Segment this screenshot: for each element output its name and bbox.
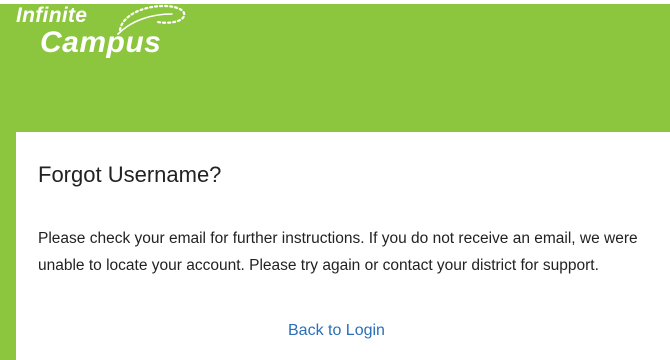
logo-swoosh-icon [117, 4, 186, 35]
infinite-campus-logo: Infinite Campus [12, 0, 192, 70]
forgot-username-card: Forgot Username? Please check your email… [16, 132, 670, 360]
instructions-message: Please check your email for further inst… [38, 230, 638, 274]
back-to-login-link[interactable]: Back to Login [288, 322, 385, 340]
page-title: Forgot Username? [38, 162, 222, 187]
logo-word-infinite: Infinite [16, 4, 88, 27]
